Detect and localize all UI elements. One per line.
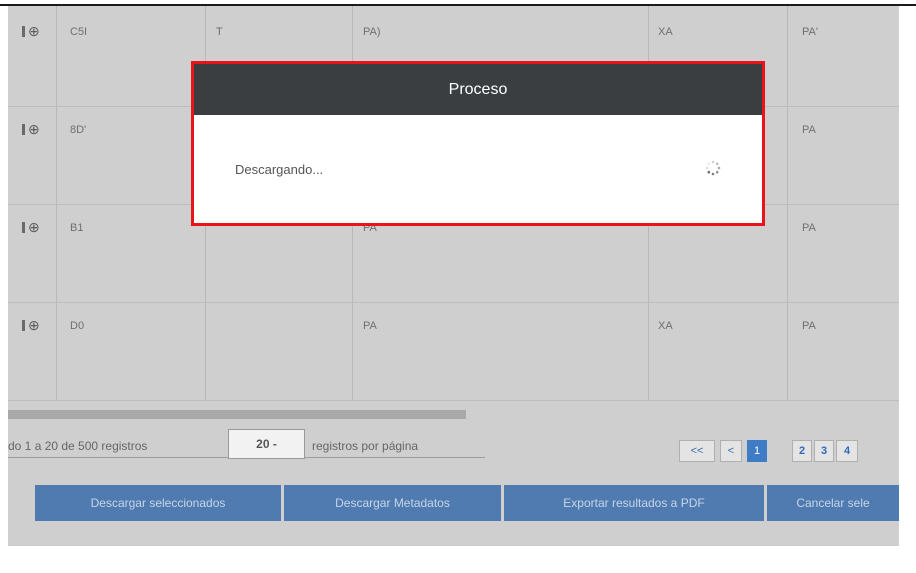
table-cell: PA <box>363 320 377 332</box>
download-metadata-button[interactable]: Descargar Metadatos <box>284 485 501 521</box>
view-icon[interactable]: ⊕ <box>22 23 40 40</box>
loading-spinner-icon <box>705 160 721 176</box>
table-cell: PA <box>802 222 816 234</box>
export-pdf-button[interactable]: Exportar resultados a PDF <box>504 485 764 521</box>
table-cell: T <box>216 26 223 38</box>
per-page-select[interactable]: 20 - <box>228 429 305 459</box>
records-info: do 1 a 20 de 500 registros <box>8 439 148 453</box>
table-cell: PA <box>802 320 816 332</box>
table-cell: C5I <box>70 26 88 38</box>
divider <box>305 457 485 458</box>
table-cell: PA' <box>802 26 818 38</box>
prev-page-button[interactable]: < <box>720 440 742 462</box>
download-selected-button[interactable]: Descargar seleccionados <box>35 485 281 521</box>
view-icon[interactable]: ⊕ <box>22 317 40 334</box>
divider <box>8 457 228 458</box>
table-cell: XA <box>658 320 673 332</box>
process-modal: Proceso Descargando... <box>191 61 765 226</box>
results-screen: ⊕ C5I T PA) XA PA' ⊕ 8D' PA ⊕ B1 PA PA ⊕… <box>8 6 899 546</box>
row-divider <box>8 302 899 303</box>
row-divider <box>8 400 899 401</box>
horizontal-scrollbar[interactable] <box>8 410 466 419</box>
first-page-button[interactable]: << <box>679 440 715 462</box>
modal-title: Proceso <box>194 64 762 115</box>
table-cell: PA <box>802 124 816 136</box>
page-button-3[interactable]: 3 <box>814 440 834 462</box>
table-cell: B1 <box>70 222 84 234</box>
table-cell: PA) <box>363 26 381 38</box>
table-cell: D0 <box>70 320 85 332</box>
page-button-1[interactable]: 1 <box>747 440 767 462</box>
view-icon[interactable]: ⊕ <box>22 121 40 138</box>
page-button-2[interactable]: 2 <box>792 440 812 462</box>
cancel-selection-button[interactable]: Cancelar sele <box>767 485 899 521</box>
per-page-label: registros por página <box>312 439 419 453</box>
modal-message: Descargando... <box>235 162 324 177</box>
table-cell: XA <box>658 26 673 38</box>
view-icon[interactable]: ⊕ <box>22 219 40 236</box>
table-cell: 8D' <box>70 124 87 136</box>
page-button-4[interactable]: 4 <box>836 440 858 462</box>
